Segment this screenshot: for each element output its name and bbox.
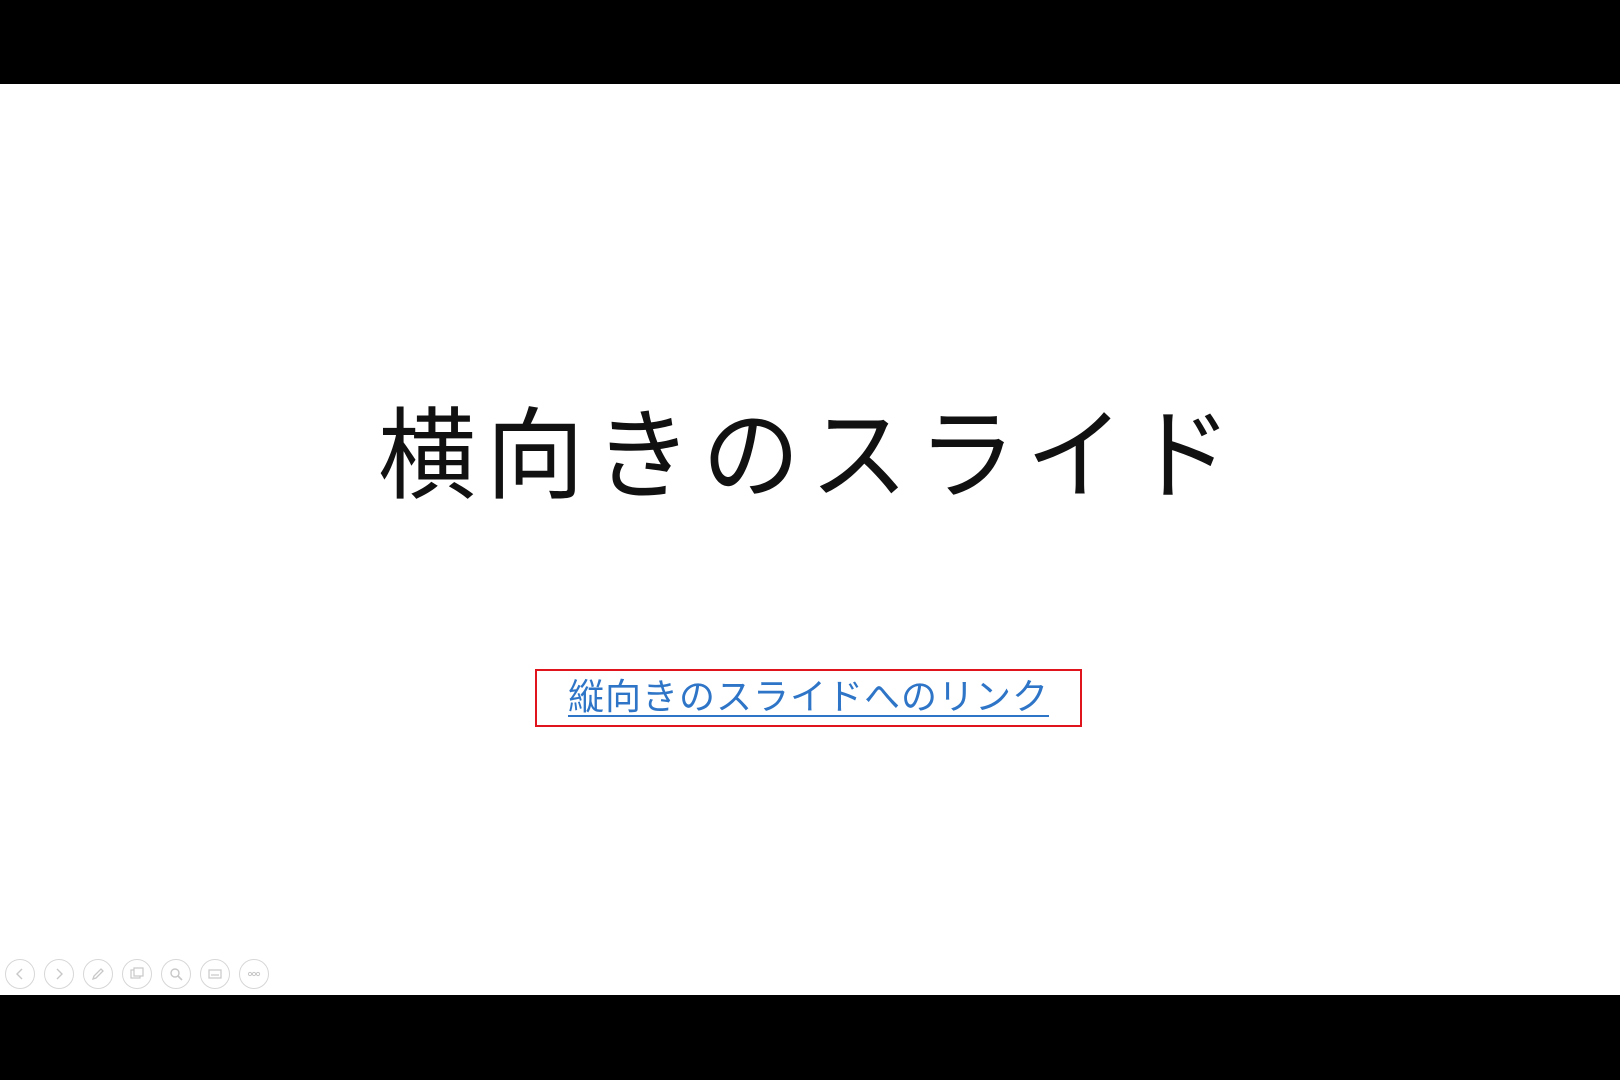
subtitles-button[interactable]: [200, 959, 230, 989]
slideshow-controls: [5, 959, 269, 991]
previous-slide-icon: [11, 965, 29, 983]
zoom-button[interactable]: [161, 959, 191, 989]
link-highlight-box: 縦向きのスライドへのリンク: [535, 669, 1082, 727]
subtitles-icon: [206, 965, 224, 983]
slideshow-screen: 横向きのスライド 縦向きのスライドへのリンク: [0, 0, 1620, 1080]
pen-button[interactable]: [83, 959, 113, 989]
portrait-slide-link[interactable]: 縦向きのスライドへのリンク: [568, 680, 1049, 716]
see-all-slides-button[interactable]: [122, 959, 152, 989]
previous-slide-button[interactable]: [5, 959, 35, 989]
pen-icon: [89, 965, 107, 983]
next-slide-icon: [50, 965, 68, 983]
see-all-slides-icon: [128, 965, 146, 983]
more-options-icon: [245, 965, 263, 983]
next-slide-button[interactable]: [44, 959, 74, 989]
slide-title: 横向きのスライド: [377, 398, 1242, 516]
slide-canvas: [0, 84, 1620, 995]
more-options-button[interactable]: [239, 959, 269, 989]
zoom-icon: [167, 965, 185, 983]
